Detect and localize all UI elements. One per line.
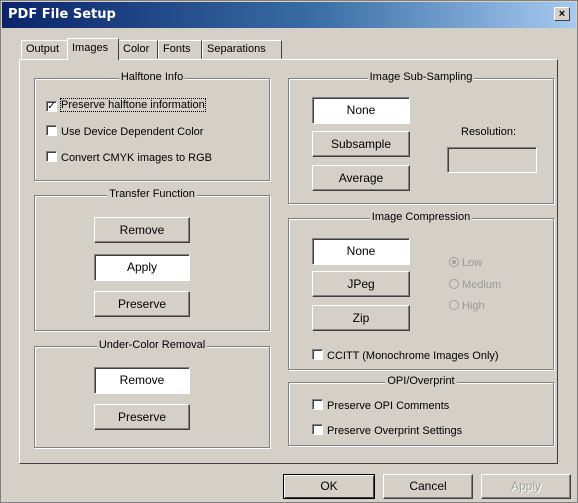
checkbox-icon <box>312 399 323 410</box>
quality-medium-radio[interactable]: Medium <box>449 279 501 291</box>
subsample-button[interactable]: Subsample <box>312 131 410 157</box>
radio-icon <box>449 300 459 310</box>
average-button[interactable]: Average <box>312 165 410 191</box>
zip-button[interactable]: Zip <box>312 305 410 331</box>
jpeg-button[interactable]: JPeg <box>312 271 410 297</box>
preserve-halftone-label: Preserve halftone information <box>60 98 206 112</box>
checkbox-checked-icon: ✓ <box>46 101 57 112</box>
ucr-preserve-button[interactable]: Preserve <box>94 404 190 430</box>
checkbox-icon <box>46 151 57 162</box>
transfer-remove-button[interactable]: Remove <box>94 217 190 243</box>
transfer-apply-button[interactable]: Apply <box>94 254 190 281</box>
halftone-info-legend: Halftone Info <box>118 71 186 83</box>
transfer-preserve-button[interactable]: Preserve <box>94 291 190 317</box>
title-bar[interactable]: PDF File Setup × <box>2 2 576 28</box>
close-button[interactable]: × <box>554 7 570 21</box>
convert-cmyk-checkbox[interactable]: Convert CMYK images to RGB <box>46 151 212 164</box>
close-icon: × <box>558 8 566 20</box>
cancel-button[interactable]: Cancel <box>383 474 473 499</box>
preserve-halftone-checkbox[interactable]: ✓ Preserve halftone information <box>46 98 206 112</box>
ok-button[interactable]: OK <box>283 474 375 499</box>
compression-none-button[interactable]: None <box>312 238 410 265</box>
radio-selected-icon <box>449 257 459 267</box>
ccitt-checkbox[interactable]: CCITT (Monochrome Images Only) <box>312 349 499 362</box>
checkbox-icon <box>312 349 323 360</box>
tab-output[interactable]: Output <box>21 40 69 59</box>
subsampling-none-button[interactable]: None <box>312 97 410 124</box>
tab-separations[interactable]: Separations <box>202 40 282 59</box>
image-compression-legend: Image Compression <box>369 211 473 223</box>
device-dependent-color-label: Use Device Dependent Color <box>61 126 204 138</box>
checkbox-icon <box>46 125 57 136</box>
convert-cmyk-label: Convert CMYK images to RGB <box>61 152 212 164</box>
tab-images[interactable]: Images <box>67 38 119 60</box>
radio-icon <box>449 279 459 289</box>
under-color-removal-legend: Under-Color Removal <box>96 339 208 351</box>
quality-high-radio[interactable]: High <box>449 300 485 312</box>
checkbox-icon <box>312 424 323 435</box>
preserve-opi-label: Preserve OPI Comments <box>327 400 450 412</box>
opi-overprint-legend: OPI/Overprint <box>385 375 457 387</box>
transfer-function-legend: Transfer Function <box>107 188 197 200</box>
pdf-file-setup-dialog: PDF File Setup × Output Images Color Fon… <box>0 0 578 503</box>
ucr-remove-button[interactable]: Remove <box>94 367 190 394</box>
tab-fonts[interactable]: Fonts <box>158 40 202 59</box>
under-color-removal-group: Under-Color Removal <box>34 339 270 448</box>
quality-high-label: High <box>462 300 485 312</box>
tab-color[interactable]: Color <box>118 40 158 59</box>
preserve-opi-checkbox[interactable]: Preserve OPI Comments <box>312 399 449 412</box>
apply-button[interactable]: Apply <box>481 474 571 499</box>
preserve-overprint-label: Preserve Overprint Settings <box>327 425 463 437</box>
ccitt-label: CCITT (Monochrome Images Only) <box>327 350 499 362</box>
device-dependent-color-checkbox[interactable]: Use Device Dependent Color <box>46 125 203 138</box>
resolution-field[interactable] <box>447 147 537 173</box>
window-title: PDF File Setup <box>8 7 116 22</box>
quality-medium-label: Medium <box>462 279 502 291</box>
resolution-label: Resolution: <box>461 126 517 138</box>
quality-low-radio[interactable]: Low <box>449 257 482 269</box>
image-sub-sampling-legend: Image Sub-Sampling <box>367 71 475 83</box>
quality-low-label: Low <box>462 257 483 269</box>
preserve-overprint-checkbox[interactable]: Preserve Overprint Settings <box>312 424 462 437</box>
